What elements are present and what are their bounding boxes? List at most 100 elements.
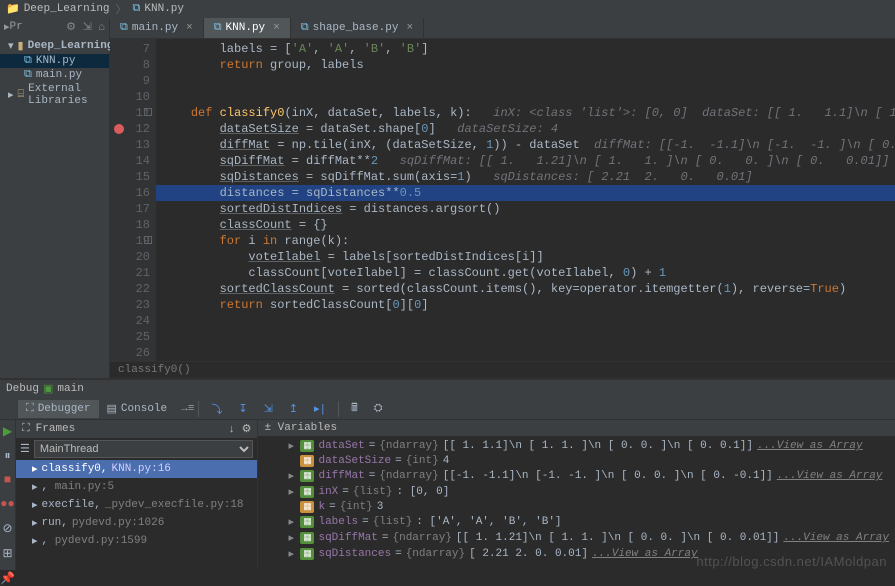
run-to-cursor-icon[interactable]: ▸| xyxy=(306,399,334,419)
code-line[interactable]: classCount = {} xyxy=(162,217,895,233)
expand-icon[interactable]: ▸ xyxy=(288,469,296,483)
pause-icon[interactable]: ⏸ xyxy=(4,449,10,463)
console-tab[interactable]: ▤ Console xyxy=(99,399,176,419)
line-number[interactable]: 14 xyxy=(112,153,150,169)
tab-main[interactable]: ⧉ main.py × xyxy=(110,18,204,38)
line-number[interactable]: 26 xyxy=(112,345,150,361)
code-line[interactable] xyxy=(162,73,895,89)
expand-icon[interactable]: ▸ xyxy=(288,439,296,453)
variable-row[interactable]: ▸▦ inX = {list} : [0, 0] xyxy=(258,484,895,500)
mute-breakpoints-icon[interactable]: ⊘ xyxy=(2,521,12,536)
line-number[interactable]: 16 xyxy=(112,185,150,201)
breakpoint-icon[interactable] xyxy=(114,124,124,134)
code-line[interactable]: return sortedClassCount[0][0] xyxy=(162,297,895,313)
code-body[interactable]: labels = ['A', 'A', 'B', 'B'] return gro… xyxy=(156,39,895,361)
line-number[interactable]: 25 xyxy=(112,329,150,345)
variable-row[interactable]: ▦ dataSetSize = {int} 4 xyxy=(258,454,895,468)
fold-icon[interactable]: - xyxy=(144,236,152,244)
stop-icon[interactable]: ■ xyxy=(4,473,11,487)
tree-file-main[interactable]: ⧉ main.py xyxy=(0,68,109,82)
view-breakpoints-icon[interactable]: ●● xyxy=(0,497,14,511)
step-out-icon[interactable]: ↥ xyxy=(281,399,306,419)
close-icon[interactable]: × xyxy=(406,22,413,34)
code-line[interactable]: labels = ['A', 'A', 'B', 'B'] xyxy=(162,41,895,57)
code-line[interactable] xyxy=(162,89,895,105)
line-number[interactable]: 21 xyxy=(112,265,150,281)
sidebar-settings-icon[interactable]: ⚙ ⇲ ⌂ xyxy=(66,20,105,34)
editor-breadcrumb[interactable]: classify0() xyxy=(110,361,895,378)
gutter[interactable]: 7891011-1213141516171819-20212223242526 xyxy=(110,39,156,361)
variable-row[interactable]: ▸▦ sqDiffMat = {ndarray} [[ 1. 1.21]\n [… xyxy=(258,530,895,546)
code-line[interactable]: return group, labels xyxy=(162,57,895,73)
resume-icon[interactable]: ▶ xyxy=(3,424,12,439)
stack-frame[interactable]: ▸ execfile, _pydev_execfile.py:18 xyxy=(16,496,258,514)
layout-icon[interactable]: ⊞ xyxy=(2,546,12,561)
line-number[interactable]: 15 xyxy=(112,169,150,185)
thread-selector[interactable]: ☰ MainThread xyxy=(16,438,258,460)
tab-knn[interactable]: ⧉ KNN.py × xyxy=(204,18,291,38)
expand-icon[interactable]: ▸ xyxy=(288,531,296,545)
line-number[interactable]: 23 xyxy=(112,297,150,313)
step-into-icon[interactable]: ↧ xyxy=(230,399,255,419)
tab-shapebase[interactable]: ⧉ shape_base.py × xyxy=(291,18,424,38)
variable-row[interactable]: ▸▦ dataSet = {ndarray} [[ 1. 1.1]\n [ 1.… xyxy=(258,438,895,454)
expand-icon[interactable]: ▸ xyxy=(288,485,296,499)
line-number[interactable]: 22 xyxy=(112,281,150,297)
evaluate-icon[interactable]: 🖩 xyxy=(343,396,366,421)
code-line[interactable]: sortedClassCount = sorted(classCount.ite… xyxy=(162,281,895,297)
code-line[interactable]: for i in range(k): xyxy=(162,233,895,249)
stack-frame[interactable]: ▸ run, pydevd.py:1026 xyxy=(16,514,258,532)
code-line[interactable]: classCount[voteIlabel] = classCount.get(… xyxy=(162,265,895,281)
tree-file-knn[interactable]: ⧉ KNN.py xyxy=(0,54,109,68)
step-into-my-icon[interactable]: ⇲ xyxy=(256,399,281,419)
debug-toolwindow-tab[interactable]: Debug ▣ main xyxy=(0,378,895,398)
thread-dropdown[interactable]: MainThread xyxy=(34,440,254,458)
expand-icon[interactable]: ▸ xyxy=(288,547,296,561)
variable-row[interactable]: ▸▦ labels = {list} : ['A', 'A', 'B', 'B'… xyxy=(258,514,895,530)
line-number[interactable]: 19- xyxy=(112,233,150,249)
code-line[interactable]: distances = sqDistances**0.5 xyxy=(156,185,895,201)
expand-icon[interactable]: ▸ xyxy=(288,515,296,529)
step-over-icon[interactable]: ⤵ xyxy=(203,398,230,420)
code-line[interactable]: dataSetSize = dataSet.shape[0] dataSetSi… xyxy=(162,121,895,137)
line-number[interactable]: 11- xyxy=(112,105,150,121)
code-line[interactable] xyxy=(162,345,895,361)
code-line[interactable]: sqDistances = sqDiffMat.sum(axis=1) sqDi… xyxy=(162,169,895,185)
code-line[interactable]: voteIlabel = labels[sortedDistIndices[i]… xyxy=(162,249,895,265)
code-editor[interactable]: 7891011-1213141516171819-20212223242526 … xyxy=(110,39,895,361)
fold-icon[interactable]: - xyxy=(144,108,152,116)
view-as-array-link[interactable]: ...View as Array xyxy=(777,470,883,482)
close-icon[interactable]: × xyxy=(186,22,193,34)
view-as-array-link[interactable]: ...View as Array xyxy=(783,532,889,544)
close-icon[interactable]: × xyxy=(273,22,280,34)
settings-icon[interactable]: ⛭ xyxy=(366,400,391,418)
file-crumb[interactable]: ⧉ KNN.py xyxy=(133,3,184,15)
output-toggle-icon[interactable]: →≡ xyxy=(181,403,194,415)
pin-icon[interactable]: 📌 xyxy=(0,571,15,586)
line-number[interactable]: 18 xyxy=(112,217,150,233)
code-line[interactable]: sqDiffMat = diffMat**2 sqDiffMat: [[ 1. … xyxy=(162,153,895,169)
code-line[interactable]: sortedDistIndices = distances.argsort() xyxy=(162,201,895,217)
code-line[interactable]: def classify0(inX, dataSet, labels, k): … xyxy=(162,105,895,121)
stack-frame[interactable]: ▸ , main.py:5 xyxy=(16,478,258,496)
line-number[interactable]: 13 xyxy=(112,137,150,153)
view-as-array-link[interactable]: ...View as Array xyxy=(592,548,698,560)
line-number[interactable]: 12 xyxy=(112,121,150,137)
line-number[interactable]: 8 xyxy=(112,57,150,73)
tree-root[interactable]: ▾ ▮ Deep_Learning E:\P xyxy=(0,38,109,54)
line-number[interactable]: 20 xyxy=(112,249,150,265)
line-number[interactable]: 17 xyxy=(112,201,150,217)
restore-icon[interactable]: ⛶ xyxy=(22,423,30,435)
project-crumb[interactable]: 📁 Deep_Learning xyxy=(6,2,110,16)
stack-frame[interactable]: ▸ , pydevd.py:1599 xyxy=(16,532,258,550)
sidebar-header[interactable]: ▸ Pr ⚙ ⇲ ⌂ xyxy=(0,18,109,36)
code-line[interactable]: diffMat = np.tile(inX, (dataSetSize, 1))… xyxy=(162,137,895,153)
frames-options-icon[interactable]: ↓ ⚙ xyxy=(228,422,251,436)
code-line[interactable] xyxy=(162,313,895,329)
view-as-array-link[interactable]: ...View as Array xyxy=(757,440,863,452)
line-number[interactable]: 24 xyxy=(112,313,150,329)
line-number[interactable]: 9 xyxy=(112,73,150,89)
variable-row[interactable]: ▦ k = {int} 3 xyxy=(258,500,895,514)
stack-frame[interactable]: ▸ classify0, KNN.py:16 xyxy=(16,460,258,478)
tree-external-libs[interactable]: ▸ ⌸ External Libraries xyxy=(0,82,109,108)
